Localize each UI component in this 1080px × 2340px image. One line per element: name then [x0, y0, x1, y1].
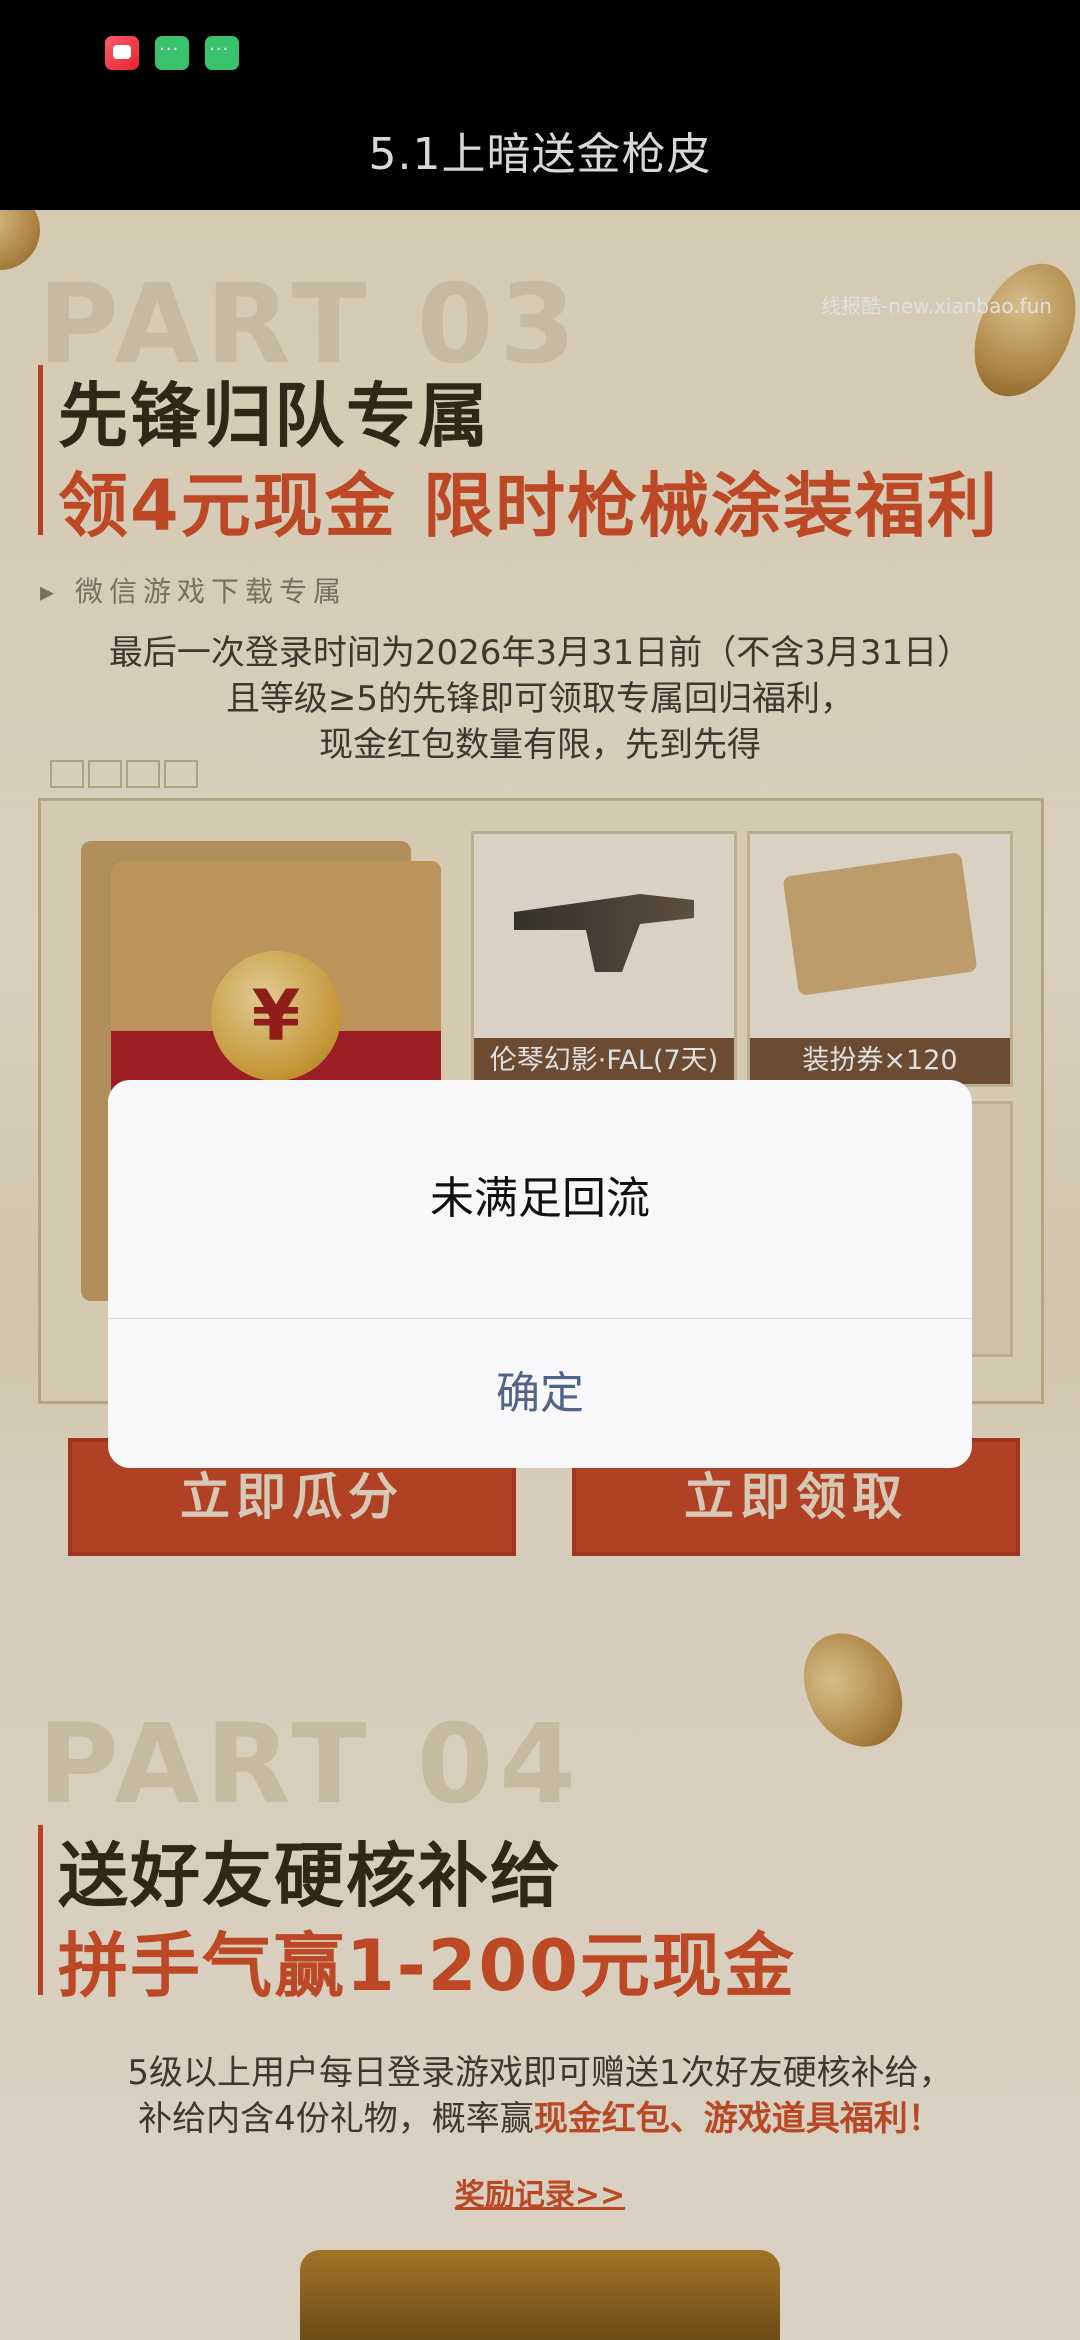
dialog-message: 未满足回流 [430, 1173, 650, 1224]
alert-dialog: 未满足回流 确定 [108, 1080, 972, 1468]
message-notification-icon [205, 36, 239, 70]
title-bar: 5.1上暗送金枪皮 [0, 0, 1080, 210]
confirm-button[interactable]: 确定 [108, 1319, 972, 1468]
message-notification-icon [155, 36, 189, 70]
page-title: 5.1上暗送金枪皮 [368, 129, 712, 180]
app-notification-icon [105, 36, 139, 70]
